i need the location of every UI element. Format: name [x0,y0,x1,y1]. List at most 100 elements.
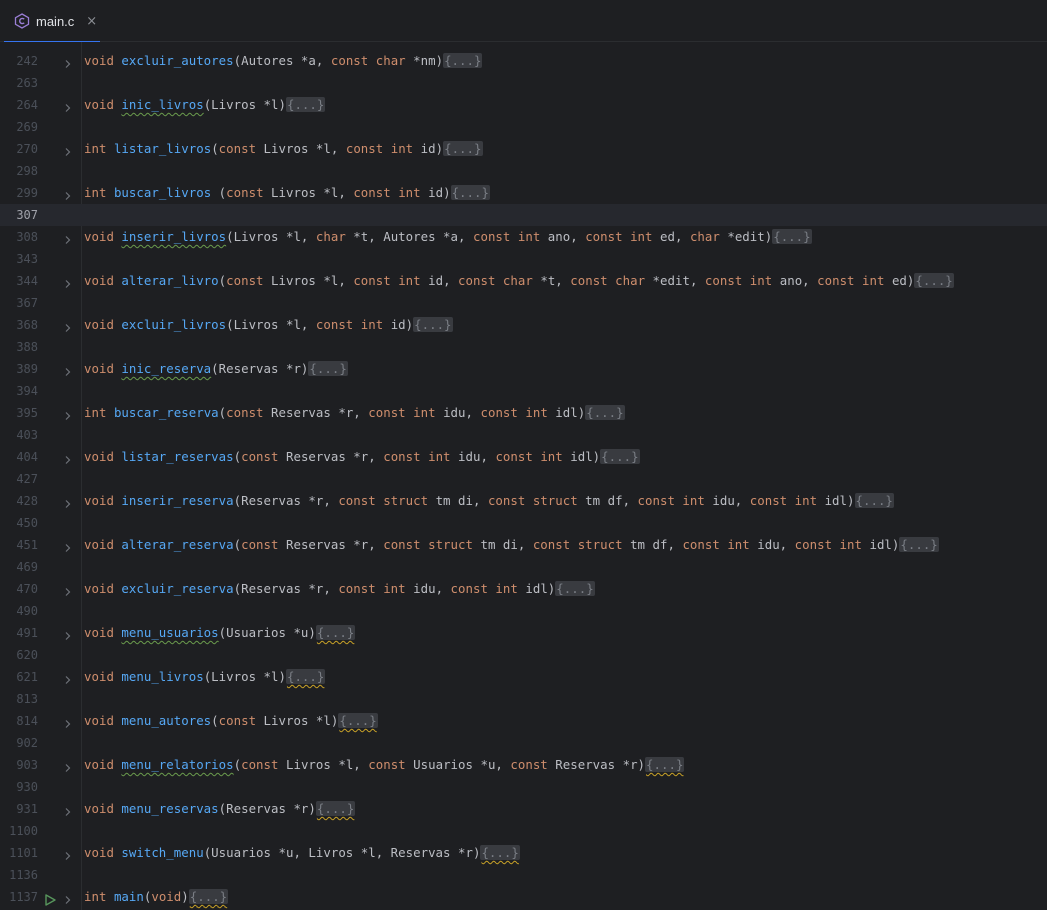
folded-block[interactable]: {...} [443,141,483,156]
code-line[interactable]: 394 [0,380,1047,402]
code-line[interactable]: 343 [0,248,1047,270]
code-line[interactable]: 902 [0,732,1047,754]
fold-chevron-icon[interactable] [62,231,74,244]
code-line[interactable]: 395 int buscar_reserva(const Reservas *r,… [0,402,1047,424]
code-text[interactable]: int buscar_reserva(const Reservas *r, co… [84,402,625,424]
folded-block[interactable]: {...} [854,493,894,508]
fold-chevron-icon[interactable] [62,407,74,420]
code-text[interactable]: int buscar_livros (const Livros *l, cons… [84,182,490,204]
code-line[interactable]: 367 [0,292,1047,314]
folded-block[interactable]: {...} [480,845,520,860]
code-text[interactable]: void alterar_reserva(const Reservas *r, … [84,534,939,556]
fold-chevron-icon[interactable] [62,583,74,596]
code-line[interactable]: 308 void inserir_livros(Livros *l, char *… [0,226,1047,248]
code-line[interactable]: 403 [0,424,1047,446]
folded-block[interactable]: {...} [914,273,954,288]
folded-block[interactable]: {...} [450,185,490,200]
code-line[interactable]: 298 [0,160,1047,182]
code-line[interactable]: 428 void inserir_reserva(Reservas *r, con… [0,490,1047,512]
code-line[interactable]: 451 void alterar_reserva(const Reservas *… [0,534,1047,556]
fold-chevron-icon[interactable] [62,803,74,816]
code-line[interactable]: 1137 int main(void){...} [0,886,1047,908]
code-text[interactable]: int main(void){...} [84,886,229,908]
code-text[interactable]: int listar_livros(const Livros *l, const… [84,138,483,160]
code-text[interactable]: void menu_relatorios(const Livros *l, co… [84,754,685,776]
folded-block[interactable]: {...} [600,449,640,464]
code-line[interactable]: 388 [0,336,1047,358]
code-text[interactable]: void inic_reserva(Reservas *r){...} [84,358,348,380]
fold-chevron-icon[interactable] [62,99,74,112]
folded-block[interactable]: {...} [772,229,812,244]
folded-block[interactable]: {...} [285,669,326,684]
code-line[interactable]: 344 void alterar_livro(const Livros *l, c… [0,270,1047,292]
code-line[interactable]: 1101 void switch_menu(Usuarios *u, Livros… [0,842,1047,864]
fold-chevron-icon[interactable] [62,451,74,464]
code-line[interactable]: 242 void excluir_autores(Autores *a, cons… [0,50,1047,72]
folded-block[interactable]: {...} [899,537,939,552]
code-line[interactable]: 903 void menu_relatorios(const Livros *l,… [0,754,1047,776]
fold-chevron-icon[interactable] [62,671,74,684]
fold-chevron-icon[interactable] [62,891,74,904]
code-line[interactable]: 368 void excluir_livros(Livros *l, const … [0,314,1047,336]
code-line[interactable]: 490 [0,600,1047,622]
code-line[interactable]: 263 [0,72,1047,94]
fold-chevron-icon[interactable] [62,363,74,376]
code-text[interactable]: void listar_reservas(const Reservas *r, … [84,446,640,468]
code-text[interactable]: void excluir_reserva(Reservas *r, const … [84,578,595,600]
fold-chevron-icon[interactable] [62,187,74,200]
fold-chevron-icon[interactable] [62,143,74,156]
code-line[interactable]: 930 [0,776,1047,798]
code-text[interactable]: void menu_livros(Livros *l){...} [84,666,326,688]
folded-block[interactable]: {...} [285,97,326,112]
code-line[interactable]: 621 void menu_livros(Livros *l){...} [0,666,1047,688]
fold-chevron-icon[interactable] [62,715,74,728]
code-line[interactable]: 269 [0,116,1047,138]
folded-block[interactable]: {...} [188,889,229,904]
code-text[interactable]: void inserir_reserva(Reservas *r, const … [84,490,894,512]
code-text[interactable]: void excluir_autores(Autores *a, const c… [84,50,483,72]
folded-block[interactable]: {...} [585,405,625,420]
tab-main-c[interactable]: main.c × [0,0,103,43]
close-icon[interactable]: × [86,14,97,29]
code-line[interactable]: 404 void listar_reservas(const Reservas *… [0,446,1047,468]
fold-chevron-icon[interactable] [62,847,74,860]
code-line[interactable]: 427 [0,468,1047,490]
code-line[interactable]: 931 void menu_reservas(Reservas *r){...} [0,798,1047,820]
folded-block[interactable]: {...} [413,317,453,332]
code-line[interactable]: 299 int buscar_livros (const Livros *l, c… [0,182,1047,204]
folded-block[interactable]: {...} [443,53,483,68]
folded-block[interactable]: {...} [315,625,356,640]
fold-chevron-icon[interactable] [62,759,74,772]
fold-chevron-icon[interactable] [62,55,74,68]
code-line[interactable]: 307 [0,204,1047,226]
code-line[interactable]: 469 [0,556,1047,578]
fold-chevron-icon[interactable] [62,539,74,552]
code-line[interactable]: 814 void menu_autores(const Livros *l){..… [0,710,1047,732]
code-line[interactable]: 270 int listar_livros(const Livros *l, co… [0,138,1047,160]
fold-chevron-icon[interactable] [62,319,74,332]
folded-block[interactable]: {...} [308,361,348,376]
folded-block[interactable]: {...} [338,713,378,728]
code-line[interactable]: 491 void menu_usuarios(Usuarios *u){...} [0,622,1047,644]
code-text[interactable]: void switch_menu(Usuarios *u, Livros *l,… [84,842,520,864]
code-line[interactable]: 470 void excluir_reserva(Reservas *r, con… [0,578,1047,600]
code-text[interactable]: void excluir_livros(Livros *l, const int… [84,314,453,336]
folded-block[interactable]: {...} [555,581,595,596]
code-line[interactable]: 1100 [0,820,1047,842]
code-text[interactable]: void menu_reservas(Reservas *r){...} [84,798,356,820]
code-line[interactable]: 450 [0,512,1047,534]
code-text[interactable]: void inserir_livros(Livros *l, char *t, … [84,226,812,248]
fold-chevron-icon[interactable] [62,495,74,508]
code-line[interactable]: 1136 [0,864,1047,886]
code-line[interactable]: 264 void inic_livros(Livros *l){...} [0,94,1047,116]
folded-block[interactable]: {...} [645,757,685,772]
code-text[interactable]: void menu_autores(const Livros *l){...} [84,710,378,732]
code-text[interactable]: void menu_usuarios(Usuarios *u){...} [84,622,356,644]
code-line[interactable]: 389 void inic_reserva(Reservas *r){...} [0,358,1047,380]
code-text[interactable]: void inic_livros(Livros *l){...} [84,94,326,116]
fold-chevron-icon[interactable] [62,275,74,288]
code-editor[interactable]: 242 void excluir_autores(Autores *a, cons… [0,42,1047,910]
run-icon[interactable] [44,891,56,906]
code-line[interactable]: 813 [0,688,1047,710]
code-line[interactable]: 620 [0,644,1047,666]
